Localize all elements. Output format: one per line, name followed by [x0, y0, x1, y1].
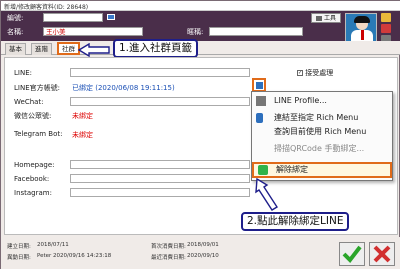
name-field[interactable]: 王小美 — [43, 27, 143, 36]
customer-edit-window: 新增/修改顧客資料(ID: 28648) 編號: 名稱: 王小美 暱稱: 工具 … — [0, 0, 400, 269]
wechat-public-status: 未綁定 — [72, 112, 93, 120]
menu-item-query-rich-menu[interactable]: 查詢目前使用 Rich Menu — [252, 125, 392, 139]
line-menu-icon — [256, 82, 263, 89]
menu-item-scan-qrcode: 掃描QRCode 手動綁定... — [252, 142, 392, 156]
modified-value: Peter 2020/09/16 14:23:18 — [37, 253, 112, 259]
nickname-label: 暱稱: — [187, 28, 204, 36]
tools-button[interactable]: 工具 — [311, 13, 341, 23]
phone-icon — [256, 113, 263, 123]
delete-icon[interactable] — [381, 24, 391, 33]
receive-checkbox-label: 接受處理 — [305, 69, 334, 77]
first-purchase-label: 首次消費日期: — [151, 244, 186, 250]
modified-label: 異動日期: — [7, 255, 31, 261]
first-purchase-value: 2018/09/01 — [187, 242, 219, 248]
avatar-tie — [361, 30, 364, 40]
line-official-status-box: 已綁定 (2020/06/08 19:11:15) — [70, 82, 250, 92]
code-label: 編號: — [7, 14, 24, 22]
tab-basic[interactable]: 基本 — [5, 43, 26, 55]
tab-advanced[interactable]: 進階 — [31, 43, 52, 55]
menu-item-label: 連結至指定 Rich Menu — [274, 113, 359, 122]
name-label: 名稱: — [7, 28, 24, 36]
arrow-to-social-tab — [77, 43, 110, 57]
line-menu-button[interactable] — [252, 78, 266, 92]
line-context-menu: LINE Profile... 連結至指定 Rich Menu 查詢目前使用 R… — [251, 91, 393, 181]
instagram-label: Instagram: — [14, 189, 52, 197]
menu-item-label: 解除綁定 — [276, 165, 308, 174]
telegram-status: 未綁定 — [72, 131, 93, 139]
tools-button-label: 工具 — [323, 15, 336, 22]
menu-item-label: LINE Profile... — [274, 96, 327, 105]
callout-step1: 1.進入社群頁籤 — [113, 39, 199, 58]
check-icon: ✓ — [297, 70, 303, 76]
avatar[interactable] — [345, 13, 377, 43]
line-input[interactable] — [70, 68, 250, 77]
wechat-public-label: 微信公眾號: — [14, 112, 52, 120]
ok-button[interactable] — [339, 242, 365, 266]
title-bar: 新增/修改顧客資料(ID: 28648) — [1, 1, 400, 11]
card-icon[interactable] — [107, 14, 115, 20]
wechat-label: WeChat: — [14, 98, 44, 106]
created-value: 2018/07/11 — [37, 242, 69, 248]
instagram-input[interactable] — [70, 188, 250, 197]
facebook-input[interactable] — [70, 174, 250, 183]
facebook-label: Facebook: — [14, 175, 50, 183]
telegram-label: Telegram Bot: — [14, 130, 63, 138]
tab-bar: 基本 進階 社群 — [1, 41, 400, 55]
menu-item-unbind[interactable]: 解除綁定 — [252, 162, 392, 178]
last-purchase-value: 2020/09/10 — [187, 253, 219, 259]
menu-item-label: 查詢目前使用 Rich Menu — [274, 127, 367, 136]
receive-checkbox[interactable]: ✓ 接受處理 — [297, 68, 333, 78]
callout-step2: 2.點此解除綁定LINE — [241, 212, 350, 231]
line-label: LINE: — [14, 69, 32, 77]
window-title: 新增/修改顧客資料(ID: 28648) — [4, 4, 89, 11]
avatar-hair — [354, 16, 370, 23]
folder-icon[interactable] — [381, 13, 391, 22]
nickname-field[interactable] — [209, 27, 303, 36]
arrow-to-unbind — [255, 177, 278, 211]
briefcase-icon — [315, 16, 322, 21]
line-unbind-icon — [258, 165, 268, 175]
created-label: 建立日期: — [7, 244, 31, 250]
profile-card-icon — [256, 96, 266, 106]
menu-item-link-rich-menu[interactable]: 連結至指定 Rich Menu — [252, 111, 392, 125]
homepage-input[interactable] — [70, 160, 250, 169]
menu-item-line-profile[interactable]: LINE Profile... — [252, 94, 392, 108]
code-field[interactable] — [43, 13, 103, 22]
line-official-status: 已綁定 (2020/06/08 19:11:15) — [72, 84, 175, 92]
menu-item-label: 掃描QRCode 手動綁定... — [274, 144, 365, 153]
close-icon — [373, 245, 391, 263]
line-official-label: LINE官方帳號: — [14, 84, 60, 92]
homepage-label: Homepage: — [14, 161, 55, 169]
last-purchase-label: 最近消費日期: — [151, 255, 186, 261]
cancel-button[interactable] — [369, 242, 395, 266]
checkmark-icon — [342, 245, 362, 264]
wechat-input[interactable] — [70, 97, 250, 106]
